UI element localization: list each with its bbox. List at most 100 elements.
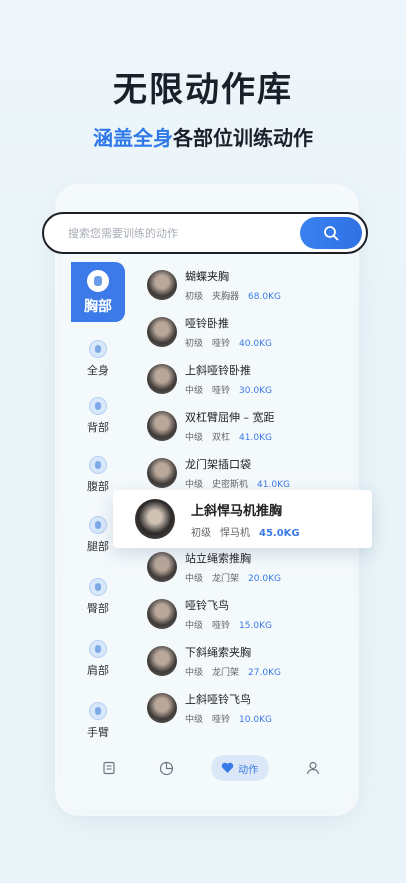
list-item[interactable]: 蝴蝶夹胸初级 夹胸器 68.0KG <box>137 262 347 308</box>
exercise-level: 初级 <box>185 339 204 349</box>
search-bar <box>42 212 368 254</box>
chest-icon <box>87 270 109 292</box>
exercise-equipment: 哑铃 <box>212 621 231 631</box>
headline: 无限动作库 <box>113 70 293 110</box>
abs-icon <box>89 456 107 474</box>
exercise-equipment: 哑铃 <box>212 386 231 396</box>
exercise-weight: 68.0KG <box>248 292 281 302</box>
category-label: 腿部 <box>87 540 109 553</box>
exercise-equipment: 哑铃 <box>212 339 231 349</box>
exercise-thumbnail <box>147 317 177 347</box>
exercise-equipment: 龙门架 <box>212 574 240 584</box>
chart-icon <box>159 761 173 775</box>
exercise-equipment: 夹胸器 <box>212 292 240 302</box>
exercise-thumbnail <box>147 693 177 723</box>
heart-icon <box>221 762 234 773</box>
exercise-equipment: 哑铃 <box>212 715 231 725</box>
list-item[interactable]: 下斜绳索夹胸 中级 龙门架 27.0KG <box>137 638 347 684</box>
highlighted-exercise-card[interactable]: 上斜悍马机推胸 初级 悍马机 45.0KG <box>113 490 372 548</box>
exercise-weight: 40.0KG <box>239 339 272 349</box>
document-icon <box>103 761 115 775</box>
category-label: 全身 <box>87 364 109 377</box>
exercise-level: 中级 <box>185 480 204 490</box>
exercise-name: 哑铃飞鸟 <box>185 599 229 612</box>
category-label: 胸部 <box>84 299 112 315</box>
bottom-tabbar: 动作 <box>96 755 326 781</box>
category-shoulders[interactable]: 肩部 <box>71 640 125 678</box>
category-chest[interactable]: 胸部 <box>71 262 125 322</box>
exercise-equipment: 史密斯机 <box>212 480 249 490</box>
tab-profile[interactable] <box>300 755 326 781</box>
category-back[interactable]: 背部 <box>71 397 125 435</box>
exercise-level: 中级 <box>185 386 204 396</box>
exercise-name: 下斜绳索夹胸 <box>185 646 251 659</box>
exercise-name: 上斜哑铃卧推 <box>185 364 251 377</box>
tab-stats[interactable] <box>153 755 179 781</box>
shoulders-icon <box>89 640 107 658</box>
exercise-name: 双杠臂屈伸 – 宽距 <box>185 411 275 424</box>
exercise-weight: 27.0KG <box>248 668 281 678</box>
exercise-name: 龙门架插口袋 <box>185 458 251 471</box>
exercise-thumbnail <box>147 411 177 441</box>
exercise-level: 初级 <box>191 527 211 539</box>
exercise-name: 上斜悍马机推胸 <box>191 503 283 519</box>
arms-icon <box>89 702 107 720</box>
back-icon <box>89 397 107 415</box>
exercise-level: 中级 <box>185 715 204 725</box>
search-icon <box>324 226 339 241</box>
list-item[interactable]: 上斜哑铃卧推 中级 哑铃 30.0KG <box>137 356 347 402</box>
exercise-weight: 30.0KG <box>239 386 272 396</box>
tab-exercises-label: 动作 <box>238 764 259 776</box>
exercise-level: 初级 <box>185 292 204 302</box>
exercise-thumbnail <box>135 499 175 539</box>
list-item[interactable]: 上斜哑铃飞鸟 中级 哑铃 10.0KG <box>137 685 347 731</box>
exercise-thumbnail <box>147 270 177 300</box>
search-button[interactable] <box>300 217 362 249</box>
subline-accent: 涵盖全身 <box>93 126 173 150</box>
exercise-equipment: 龙门架 <box>212 668 240 678</box>
exercise-level: 中级 <box>185 668 204 678</box>
tab-exercises[interactable]: 动作 <box>210 755 269 781</box>
category-label: 手臂 <box>87 726 109 739</box>
category-label: 肩部 <box>87 664 109 677</box>
category-abs[interactable]: 腹部 <box>71 456 125 494</box>
exercise-weight: 20.0KG <box>248 574 281 584</box>
exercise-name: 上斜哑铃飞鸟 <box>185 693 251 706</box>
exercise-thumbnail <box>147 458 177 488</box>
exercise-name: 哑铃卧推 <box>185 317 229 330</box>
exercise-equipment: 悍马机 <box>220 527 250 539</box>
exercise-weight: 15.0KG <box>239 621 272 631</box>
list-item[interactable]: 哑铃卧推初级 哑铃 40.0KG <box>137 309 347 355</box>
exercise-name: 蝴蝶夹胸 <box>185 270 229 283</box>
exercise-weight: 45.0KG <box>259 527 300 539</box>
fullbody-icon <box>89 340 107 358</box>
exercise-thumbnail <box>147 646 177 676</box>
subline: 涵盖全身各部位训练动作 <box>0 122 406 151</box>
search-input[interactable] <box>44 226 300 240</box>
subline-rest: 各部位训练动作 <box>173 126 313 150</box>
exercise-thumbnail <box>147 552 177 582</box>
list-item[interactable]: 站立绳索推胸 中级 龙门架 20.0KG <box>137 544 347 590</box>
tab-plan[interactable] <box>96 755 122 781</box>
exercise-level: 中级 <box>185 433 204 443</box>
exercise-level: 中级 <box>185 574 204 584</box>
list-item[interactable]: 哑铃飞鸟中级 哑铃 15.0KG <box>137 591 347 637</box>
exercise-weight: 41.0KG <box>257 480 290 490</box>
category-label: 腹部 <box>87 480 109 493</box>
exercise-equipment: 双杠 <box>212 433 231 443</box>
exercise-name: 站立绳索推胸 <box>185 552 251 565</box>
exercise-weight: 10.0KG <box>239 715 272 725</box>
category-label: 背部 <box>87 421 109 434</box>
category-fullbody[interactable]: 全身 <box>71 340 125 378</box>
user-icon <box>306 761 320 775</box>
legs-icon <box>89 516 107 534</box>
list-item[interactable]: 双杠臂屈伸 – 宽距 中级 双杠 41.0KG <box>137 403 347 449</box>
exercise-thumbnail <box>147 599 177 629</box>
glutes-icon <box>89 578 107 596</box>
exercise-thumbnail <box>147 364 177 394</box>
category-label: 臀部 <box>87 602 109 615</box>
exercise-weight: 41.0KG <box>239 433 272 443</box>
category-arms[interactable]: 手臂 <box>71 702 125 740</box>
exercise-level: 中级 <box>185 621 204 631</box>
category-glutes[interactable]: 臀部 <box>71 578 125 616</box>
